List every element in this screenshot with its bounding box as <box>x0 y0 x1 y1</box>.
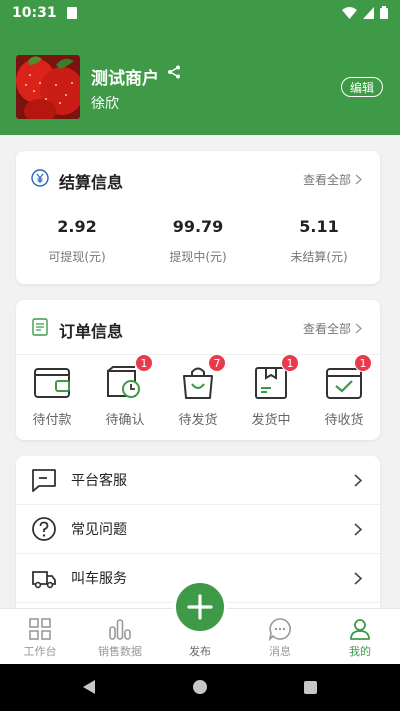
bar-chart-icon <box>109 619 131 640</box>
order-label: 待发货 <box>178 413 218 428</box>
chevron-right-icon <box>354 571 362 585</box>
divider <box>16 354 380 355</box>
profile-header: 测试商户 徐欣 编辑 <box>0 25 400 135</box>
system-nav-bar <box>0 664 400 711</box>
tab-workbench[interactable]: 工作台 <box>0 609 80 665</box>
truck-icon <box>32 571 56 589</box>
tab-mine[interactable]: 我的 <box>320 609 400 665</box>
order-label: 待付款 <box>32 413 72 428</box>
order-label: 待收货 <box>324 413 364 428</box>
settlement-withdrawable[interactable]: 2.92 可提现(元) <box>17 217 137 265</box>
settlement-label: 可提现(元) <box>48 250 106 264</box>
tab-messages[interactable]: 消息 <box>240 609 320 665</box>
recent-apps-icon[interactable] <box>304 681 317 694</box>
order-badge: 1 <box>135 354 153 372</box>
yuan-icon <box>31 169 49 187</box>
settlement-view-all[interactable]: 查看全部 <box>303 171 362 188</box>
settlement-label: 提现中(元) <box>169 250 227 264</box>
settlement-title: 结算信息 <box>59 173 124 192</box>
order-label: 待确认 <box>105 413 145 428</box>
question-icon <box>32 517 56 541</box>
menu-item-label: 平台客服 <box>71 473 127 489</box>
settlement-unsettled[interactable]: 5.11 未结算(元) <box>259 217 379 265</box>
orders-view-all-label: 查看全部 <box>302 322 351 336</box>
message-icon <box>268 618 291 641</box>
menu-item-customer-service[interactable]: 平台客服 <box>16 456 380 505</box>
publish-button[interactable] <box>173 580 227 634</box>
menu-item-label: 常见问题 <box>71 522 127 538</box>
order-badge: 7 <box>208 354 226 372</box>
wallet-icon <box>34 368 70 398</box>
chevron-right-icon <box>355 174 362 185</box>
order-badge: 1 <box>281 354 299 372</box>
tab-label: 我的 <box>349 645 371 658</box>
back-icon[interactable] <box>82 679 96 695</box>
chevron-right-icon <box>354 473 362 487</box>
document-icon <box>32 318 48 336</box>
settlement-value: 2.92 <box>57 217 97 236</box>
home-icon[interactable] <box>193 680 207 694</box>
settlement-withdrawing[interactable]: 99.79 提现中(元) <box>138 217 258 265</box>
shop-avatar[interactable] <box>16 55 80 119</box>
chevron-right-icon <box>354 522 362 536</box>
chat-icon <box>32 469 56 492</box>
user-icon <box>350 619 370 640</box>
share-icon[interactable] <box>167 65 181 79</box>
signal-icon <box>363 6 374 19</box>
orders-title: 订单信息 <box>59 322 124 341</box>
tab-label: 工作台 <box>23 645 57 658</box>
tab-label: 销售数据 <box>98 645 142 658</box>
battery-icon <box>380 6 388 19</box>
order-pending-payment[interactable]: 待付款 <box>16 364 88 428</box>
tab-label: 发布 <box>189 645 211 658</box>
order-pending-ship[interactable]: 7 待发货 <box>162 354 234 428</box>
menu-item-faq[interactable]: 常见问题 <box>16 505 380 554</box>
menu-item-label: 叫车服务 <box>71 571 127 587</box>
grid-icon <box>29 618 51 640</box>
status-bar: 10:31 <box>0 0 400 25</box>
shop-name: 测试商户 <box>91 69 159 89</box>
order-badge: 1 <box>354 354 372 372</box>
sd-card-icon <box>66 6 77 19</box>
tab-label: 消息 <box>269 645 291 658</box>
order-pending-receive[interactable]: 1 待收货 <box>308 354 380 428</box>
settlement-value: 99.79 <box>172 217 224 236</box>
orders-card: 订单信息 查看全部 待付款 1 待确认 7 待发货 1 发货中 1 待收货 <box>16 300 380 440</box>
settlement-view-all-label: 查看全部 <box>302 173 351 187</box>
user-name: 徐欣 <box>91 96 119 112</box>
edit-button[interactable]: 编辑 <box>341 77 383 97</box>
orders-view-all[interactable]: 查看全部 <box>303 320 362 337</box>
plus-icon <box>187 594 213 620</box>
settlement-value: 5.11 <box>299 217 339 236</box>
settlement-card: 结算信息 查看全部 2.92 可提现(元) 99.79 提现中(元) 5.11 … <box>16 151 380 284</box>
settlement-label: 未结算(元) <box>290 250 348 264</box>
chevron-right-icon <box>355 323 362 334</box>
status-time: 10:31 <box>12 4 57 21</box>
order-label: 发货中 <box>251 413 291 428</box>
tab-sales-data[interactable]: 销售数据 <box>80 609 160 665</box>
wifi-icon <box>342 6 357 19</box>
order-shipping[interactable]: 1 发货中 <box>235 354 307 428</box>
order-pending-confirm[interactable]: 1 待确认 <box>89 354 161 428</box>
